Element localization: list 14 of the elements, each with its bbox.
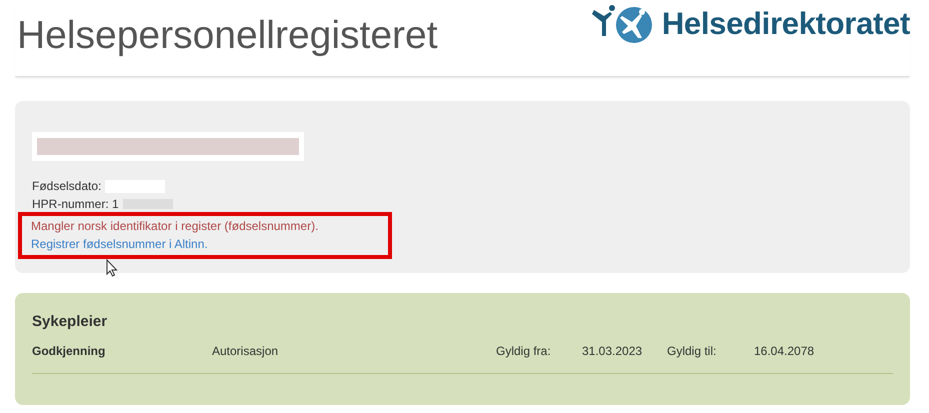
approval-kind: Autorisasjon xyxy=(212,344,280,358)
valid-from-label: Gyldig fra: xyxy=(496,344,552,358)
valid-to-date: 16.04.2078 xyxy=(754,344,814,358)
cursor-icon xyxy=(106,259,118,277)
logo-text: Helsedirektoratet xyxy=(662,6,910,42)
page-title: Helsepersonellregisteret xyxy=(17,14,438,58)
approval-type: Godkjenning xyxy=(32,344,106,358)
valid-to-label: Gyldig til: xyxy=(667,344,718,358)
altinn-link[interactable]: Registrer fødselsnummer i Altinn. xyxy=(31,235,379,253)
warning-text: Mangler norsk identifikator i register (fødselsnummer). xyxy=(31,218,320,235)
valid-from-date: 31.03.2023 xyxy=(582,344,644,358)
profession-title: Sykepleier xyxy=(32,313,108,330)
hpr-number-label: HPR-nummer: 1 xyxy=(32,196,119,213)
birth-date-label: Fødselsdato: xyxy=(32,178,102,195)
